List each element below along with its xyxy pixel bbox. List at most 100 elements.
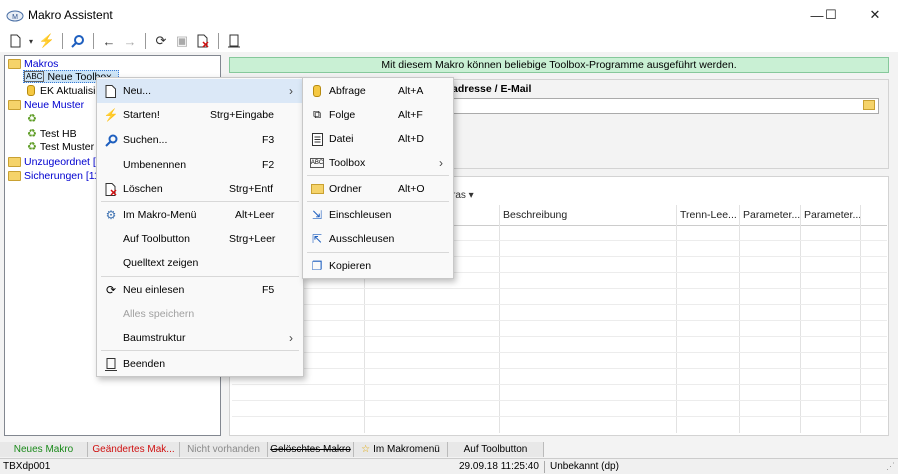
toolbox-icon: ABC [24, 71, 45, 82]
menu-item-suchen[interactable]: Suchen... F3 [97, 128, 303, 152]
chevron-right-icon: › [439, 156, 443, 170]
legend-new[interactable]: Neues Makro [0, 442, 88, 457]
legend-deleted[interactable]: Gelöschtes Makro [268, 442, 354, 457]
column-header-beschreibung[interactable]: Beschreibung [503, 209, 567, 221]
menu-item-baumstruktur[interactable]: Baumstruktur › [97, 326, 303, 350]
submenu-item-ausschleusen[interactable]: ⇱ Ausschleusen [303, 227, 453, 251]
search-toolbar-button[interactable] [69, 32, 87, 50]
menu-separator [101, 350, 299, 351]
toolbar-separator [145, 33, 146, 49]
maximize-button[interactable]: ☐ [808, 0, 854, 30]
legend-changed[interactable]: Geändertes Mak... [88, 442, 180, 457]
folder-icon [8, 156, 21, 167]
grid-row-line [232, 288, 887, 289]
menu-item-starten[interactable]: ⚡ Starten! Strg+Eingabe [97, 103, 303, 127]
tree-node-makros[interactable]: Makros [8, 57, 58, 70]
menu-item-quelltext[interactable]: Quelltext zeigen [97, 251, 303, 275]
legend-in-menu[interactable]: ☆ Im Makromenü [354, 442, 448, 457]
status-left: TBXdp001 [3, 461, 51, 472]
new-submenu: Abfrage Alt+A ⧉ Folge Alt+F Datei Alt+D … [302, 77, 454, 279]
flash-icon: ⚡ [103, 108, 119, 122]
legend-missing[interactable]: Nicht vorhanden [180, 442, 268, 457]
start-toolbar-button[interactable]: ⚡ [38, 32, 56, 50]
submenu-item-abfrage[interactable]: Abfrage Alt+A [303, 79, 453, 103]
menu-item-neu-einlesen[interactable]: ⟳ Neu einlesen F5 [97, 278, 303, 302]
tree-node-test-muster[interactable]: ♻ Test Muster [27, 140, 94, 154]
status-bar: TBXdp001 29.09.18 11:25:40 Unbekannt (dp… [0, 458, 898, 474]
tree-node-sicherungen[interactable]: Sicherungen [11] [8, 169, 103, 182]
menu-item-umbenennen[interactable]: Umbenennen F2 [97, 153, 303, 177]
dropdown-toolbar-button[interactable]: ▾ [27, 32, 35, 50]
forward-toolbar-button[interactable]: → [121, 32, 139, 50]
new-icon [10, 34, 21, 48]
legend-tabs: Neues Makro Geändertes Mak... Nicht vorh… [0, 442, 898, 457]
tree-node-blank[interactable]: ♻ [27, 112, 37, 125]
menu-item-neu[interactable]: Neu... › [97, 79, 303, 103]
status-datetime: 29.09.18 11:25:40 [459, 461, 539, 472]
column-header-trenn[interactable]: Trenn-Lee... [680, 209, 737, 221]
menu-item-toolbutton[interactable]: Auf Toolbutton Strg+Leer [97, 227, 303, 251]
save-toolbar-button[interactable]: ▣ [173, 32, 191, 50]
submenu-item-einschleusen[interactable]: ⇲ Einschleusen [303, 203, 453, 227]
toolbox-icon: ABC [310, 158, 324, 168]
back-toolbar-button[interactable]: ← [100, 32, 118, 50]
toolbar-separator [93, 33, 94, 49]
folder-icon [8, 170, 21, 181]
folder-icon [8, 58, 21, 69]
title-bar: M Makro Assistent — ☐ ✕ [0, 0, 898, 30]
group-label-parameters: ras ▾ [452, 190, 474, 201]
tree-node-neue-muster[interactable]: Neue Muster [8, 98, 84, 111]
browse-folder-icon[interactable] [863, 100, 875, 110]
info-bar: Mit diesem Makro können beliebige Toolbo… [229, 57, 889, 73]
exit-toolbar-button[interactable] [225, 32, 243, 50]
grid-row-line [232, 384, 887, 385]
svg-text:M: M [12, 14, 18, 21]
toolbar-separator [218, 33, 219, 49]
exit-icon [228, 34, 240, 48]
chevron-right-icon: › [289, 84, 293, 98]
tree-node-test-hb[interactable]: ♻ Test HB [27, 127, 77, 141]
grid-row-line [232, 336, 887, 337]
toolbar-separator [62, 33, 63, 49]
close-button[interactable]: ✕ [852, 0, 898, 30]
save-icon: ▣ [175, 33, 189, 48]
delete-toolbar-button[interactable] [194, 32, 212, 50]
refresh-icon: ⟳ [105, 283, 117, 297]
menu-separator [307, 252, 449, 253]
submenu-item-folge[interactable]: ⧉ Folge Alt+F [303, 103, 453, 127]
resize-grip-icon[interactable]: ⋰ [886, 461, 895, 472]
menu-item-makro-menue[interactable]: ⚙ Im Makro-Menü Alt+Leer [97, 203, 303, 227]
column-header-parameter-1[interactable]: Parameter... [743, 209, 800, 221]
submenu-item-kopieren[interactable]: ❐ Kopieren [303, 254, 453, 278]
menu-separator [307, 175, 449, 176]
menu-item-loeschen[interactable]: Löschen Strg+Entf [97, 177, 303, 201]
delete-icon [197, 34, 209, 48]
grid-row-line [232, 400, 887, 401]
submenu-item-toolbox[interactable]: ABC Toolbox › [303, 151, 453, 175]
grid-row-line [232, 320, 887, 321]
star-icon: ☆ [361, 444, 371, 455]
tree-node-ek[interactable]: EK Aktualisie [27, 84, 101, 97]
query-icon [27, 85, 35, 96]
legend-toolbutton[interactable]: Auf Toolbutton [448, 442, 544, 457]
chevron-right-icon: › [289, 331, 293, 345]
refresh-toolbar-button[interactable]: ⟳ [152, 32, 170, 50]
path-input[interactable] [451, 98, 879, 114]
submenu-item-ordner[interactable]: Ordner Alt+O [303, 177, 453, 201]
menu-item-beenden[interactable]: Beenden [97, 352, 303, 376]
new-toolbar-button[interactable] [6, 32, 24, 50]
folder-icon [310, 182, 324, 196]
sequence-icon: ♻ [27, 141, 37, 153]
close-icon: ✕ [869, 7, 881, 22]
column-header-parameter-2[interactable]: Parameter... [804, 209, 861, 221]
folder-icon [8, 99, 21, 110]
copy-icon: ❐ [311, 259, 323, 273]
submenu-item-datei[interactable]: Datei Alt+D [303, 127, 453, 151]
import-icon: ⇲ [311, 208, 323, 222]
query-icon [310, 84, 324, 98]
flash-icon: ⚡ [38, 33, 56, 48]
grid-row-line [232, 416, 887, 417]
menu-separator [307, 201, 449, 202]
delete-icon [104, 182, 118, 196]
tree-node-unzugeordnet[interactable]: Unzugeordnet [3] [8, 155, 105, 168]
